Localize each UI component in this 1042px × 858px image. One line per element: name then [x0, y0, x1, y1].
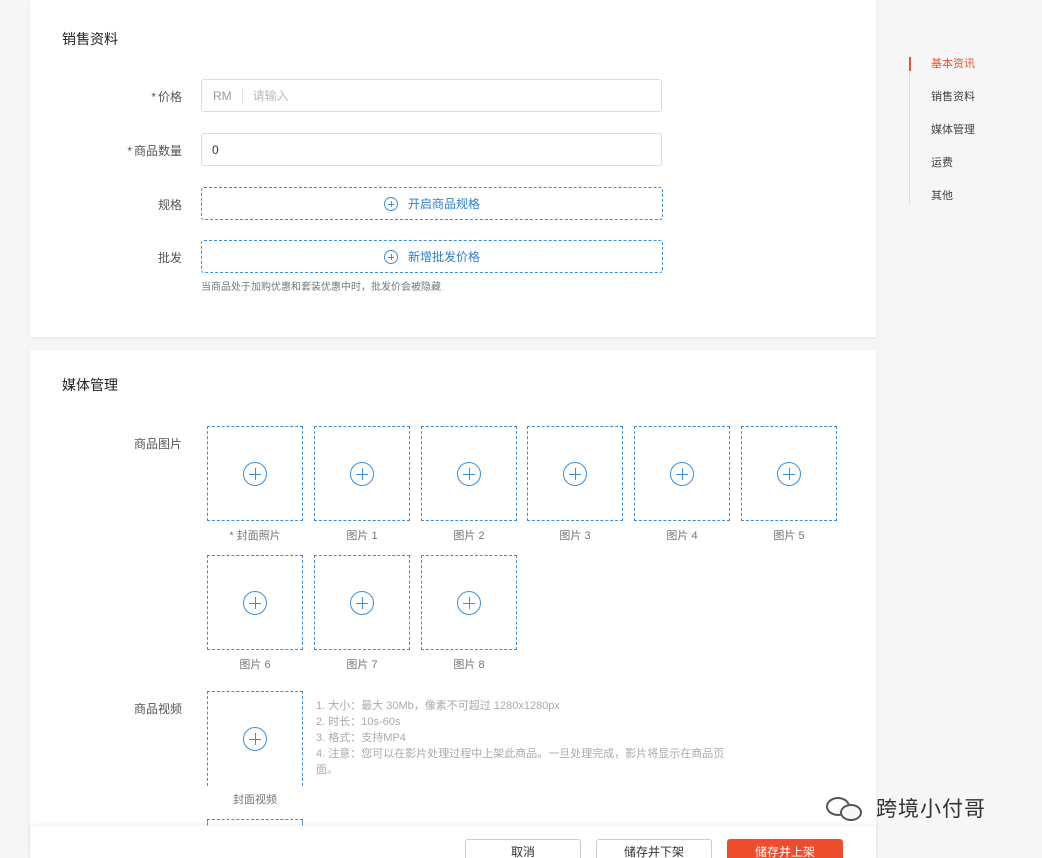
nav-item-media[interactable]: 媒体管理 — [910, 122, 975, 155]
add-image-icon — [243, 590, 267, 615]
required-mark: * — [151, 90, 156, 104]
add-image-icon — [670, 461, 694, 486]
add-image-icon — [243, 461, 267, 486]
nav-item-sales-info[interactable]: 销售资料 — [910, 89, 975, 122]
image-slot-3[interactable] — [527, 426, 623, 521]
video-slot[interactable] — [207, 691, 303, 786]
nav-item-others[interactable]: 其他 — [910, 188, 975, 221]
add-image-icon — [350, 590, 374, 615]
add-image-icon — [563, 461, 587, 486]
quantity-label: * 商品数量 — [62, 142, 182, 159]
plus-circle-icon — [383, 196, 398, 211]
image-slot-label: 图片 6 — [239, 659, 271, 671]
price-label-text: 价格 — [157, 90, 182, 104]
price-label: * 价格 — [62, 88, 182, 105]
section-anchor-nav: 基本资讯 销售资料 媒体管理 运费 其他 — [909, 56, 975, 204]
required-mark: * — [127, 144, 132, 158]
add-video-icon — [243, 727, 267, 751]
image-slot-5[interactable] — [741, 426, 837, 521]
image-slot-label: 图片 2 — [453, 530, 485, 542]
image-slot-label: 图片 7 — [346, 659, 378, 671]
wholesale-label: 批发 — [157, 251, 182, 265]
enable-spec-label: 开启商品规格 — [407, 197, 480, 211]
currency-prefix: RM — [202, 87, 243, 104]
add-image-icon — [350, 461, 374, 486]
image-slot-label: 图片 5 — [773, 530, 805, 542]
spec-label: 规格 — [157, 198, 182, 212]
wechat-watermark: 跨境小付哥 — [826, 793, 986, 823]
quantity-value: 0 — [212, 142, 219, 157]
image-slot-label: 图片 1 — [346, 530, 378, 542]
video-note-size: 1. 大小：最大 30Mb，像素不可超过 1280x1280px — [316, 700, 560, 712]
save-delist-button[interactable]: 储存并下架 — [596, 839, 712, 858]
nav-item-basic-info[interactable]: 基本资讯 — [909, 56, 975, 89]
image-slot-8[interactable] — [421, 555, 517, 650]
sales-section: 销售资料 — [30, 0, 876, 337]
product-video-label: 商品视频 — [133, 702, 182, 716]
watermark-text: 跨境小付哥 — [876, 798, 986, 821]
add-wholesale-label: 新增批发价格 — [407, 250, 480, 264]
quantity-label-text: 商品数量 — [133, 144, 182, 158]
image-slot-label: 图片 4 — [666, 530, 698, 542]
cancel-button[interactable]: 取消 — [465, 839, 581, 858]
image-slot-1[interactable] — [314, 426, 410, 521]
price-placeholder: 请输入 — [252, 89, 289, 103]
image-slot-2[interactable] — [421, 426, 517, 521]
image-slot-cover[interactable] — [207, 426, 303, 521]
wholesale-hint: 当商品处于加购优惠和套装优惠中时，批发价会被隐藏 — [201, 282, 441, 293]
image-slot-6[interactable] — [207, 555, 303, 650]
add-image-icon — [457, 461, 481, 486]
quantity-input[interactable]: 0 — [201, 133, 662, 166]
product-images-label: 商品图片 — [133, 437, 182, 451]
sales-section-title: 销售资料 — [62, 31, 118, 47]
save-publish-button[interactable]: 储存并上架 — [727, 839, 843, 858]
add-image-icon — [457, 590, 481, 615]
image-slot-label: 图片 8 — [453, 659, 485, 671]
image-slot-7[interactable] — [314, 555, 410, 650]
wechat-icon — [826, 793, 866, 823]
plus-circle-icon — [383, 249, 398, 264]
image-slot-4[interactable] — [634, 426, 730, 521]
image-slot-label: 图片 3 — [559, 530, 591, 542]
add-image-icon — [777, 461, 801, 486]
add-wholesale-button[interactable]: 新增批发价格 — [201, 240, 663, 273]
video-note-format: 3. 格式：支持MP4 — [316, 732, 406, 744]
action-footer: 取消 储存并下架 储存并上架 — [30, 826, 876, 858]
video-slot-label: 封面视频 — [233, 794, 277, 806]
nav-item-shipping[interactable]: 运费 — [910, 155, 975, 188]
enable-spec-button[interactable]: 开启商品规格 — [201, 187, 663, 220]
price-input[interactable]: RM 请输入 — [201, 79, 662, 112]
media-section-title: 媒体管理 — [62, 377, 118, 393]
video-requirements: 1. 大小：最大 30Mb，像素不可超过 1280x1280px 2. 时长：1… — [316, 698, 736, 778]
video-note-notice: 4. 注意：您可以在影片处理过程中上架此商品。一旦处理完成，影片将显示在商品页面… — [316, 748, 725, 776]
video-note-duration: 2. 时长：10s-60s — [316, 716, 401, 728]
image-slot-label: * 封面照片 — [229, 530, 281, 542]
